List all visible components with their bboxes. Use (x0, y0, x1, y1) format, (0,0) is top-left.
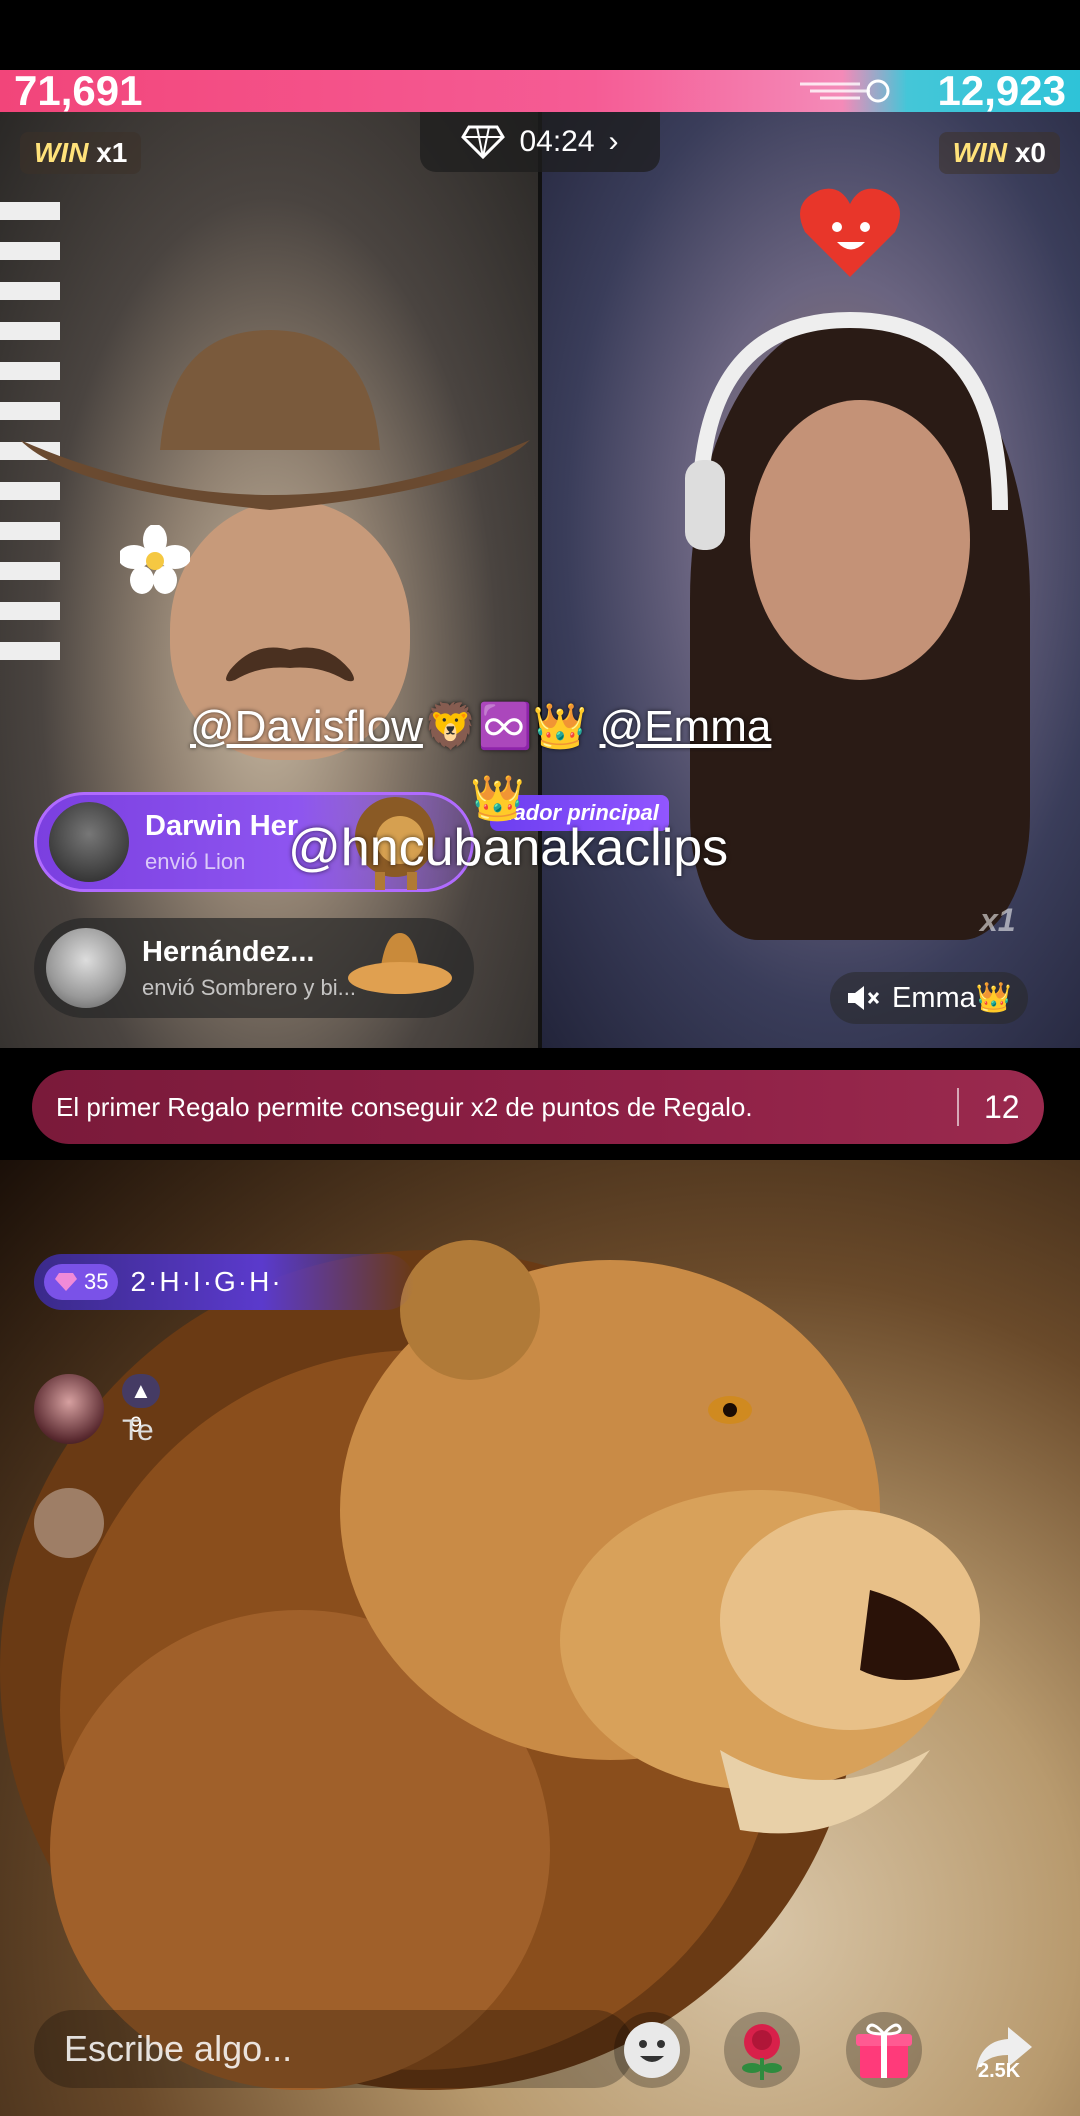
chat-text: Te (122, 1414, 154, 1447)
crown-icon: 👑 (470, 774, 525, 823)
banner-separator (957, 1088, 959, 1126)
gift-sender-name: Hernández... (142, 935, 315, 968)
score-left: 71,691 (14, 67, 143, 114)
chat-message[interactable]: ▲ 9 Te (34, 1374, 160, 1447)
banner-text: El primer Regalo permite conseguir x2 de… (56, 1091, 753, 1122)
sombrero-gift-icon (348, 933, 452, 994)
gift-action: envió Sombrero y bi... (142, 974, 356, 1000)
share-count: 2.5K (978, 2060, 1021, 2082)
mention-line-1: @Davisflow🦁♾️👑 @Emma (190, 700, 771, 752)
comment-input-bar[interactable] (34, 2010, 634, 2088)
smiley-icon (624, 2022, 680, 2078)
win-label-left: WIN (34, 137, 89, 168)
muted-speaker-icon (848, 986, 880, 1010)
rose-gift-button[interactable] (724, 2012, 800, 2088)
mention-user-2[interactable]: @Emma (600, 702, 772, 751)
win-badge-left: WIN x1 (20, 132, 142, 174)
chat-message-top[interactable]: 35 2·H·I·G·H· (34, 1254, 414, 1310)
user-level: 35 (84, 1269, 109, 1294)
mustache-icon (226, 647, 354, 682)
guest-name: Emma👑 (892, 982, 1012, 1014)
gift-button[interactable] (846, 2012, 922, 2088)
gift-sender-name: Darwin Her (145, 809, 299, 842)
score-right: 12,923 (937, 67, 1066, 114)
gem-icon (55, 1273, 77, 1291)
comment-input[interactable] (64, 2010, 624, 2088)
gift-bonus-banner: El primer Regalo permite conseguir x2 de… (32, 1070, 1044, 1199)
rose-icon (742, 2024, 782, 2080)
gift-action: envió Lion (145, 848, 246, 874)
timer-value: 04:24 (519, 125, 595, 158)
avatar (34, 1488, 104, 1558)
multiplier-badge: x1 (980, 902, 1016, 938)
headphones-icon (685, 311, 1008, 550)
emoji-button[interactable] (614, 2012, 690, 2088)
guest-name-tag[interactable]: Emma👑 (830, 972, 1028, 1024)
win-count-left: x1 (96, 137, 128, 168)
panel-divider (538, 112, 542, 1048)
mention-emojis: 🦁♾️👑 (422, 702, 588, 751)
win-badge-right: WIN x0 (938, 132, 1060, 174)
avatar (34, 1374, 104, 1444)
score-spark-icon (800, 79, 890, 103)
mention-user-3[interactable]: @hncubanakaclips (288, 818, 728, 878)
chevron-right-icon: › (608, 125, 619, 158)
mention-user-1[interactable]: @Davisflow (190, 702, 423, 751)
avatar (49, 802, 129, 882)
win-count-right: x0 (1014, 137, 1046, 168)
battle-timer[interactable]: 04:24 › (420, 112, 660, 172)
triangle-icon: ▲ (130, 1378, 152, 1403)
battle-score-bar: 71,691 12,923 (0, 70, 1080, 112)
cowboy-hat-icon (20, 330, 530, 510)
flower-icon (120, 525, 190, 594)
gift-box-icon (856, 2023, 912, 2078)
win-label-right: WIN (952, 137, 1008, 168)
chat-username: 2·H·I·G·H· (130, 1266, 283, 1297)
user-level-badge: ▲ 9 (122, 1374, 160, 1437)
avatar (46, 928, 126, 1008)
heart-effect-icon (800, 188, 900, 277)
diamond-icon (461, 125, 506, 159)
user-level-badge: 35 (44, 1264, 119, 1300)
